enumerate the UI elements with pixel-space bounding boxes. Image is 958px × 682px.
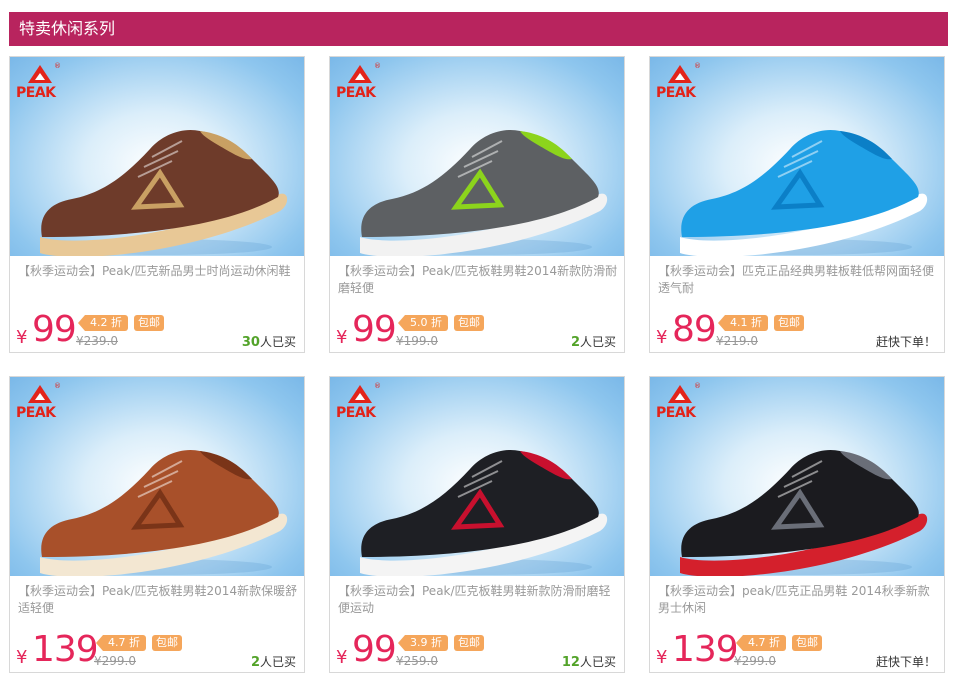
peak-logo-icon [668,65,692,83]
sold-suffix: 赶快下单！ [875,655,936,669]
currency-symbol: ¥ [336,327,348,348]
sold-count: 赶快下单！ [876,653,936,670]
sold-count: 30人已买 [242,333,296,350]
sale-price: 99 [32,309,77,350]
page: 特卖休闲系列 ® PEAK 【秋季运动会】Peak/匹克新品男士时尚运动休闲鞋 … [0,0,958,682]
original-price: ¥299.0 [94,654,136,668]
discount-badge: 4.1 折 [718,315,768,331]
logo-registered: ® [374,382,381,390]
currency-symbol: ¥ [16,647,28,668]
shoe-illustration [680,449,928,576]
original-price: ¥259.0 [396,654,438,668]
sold-suffix: 赶快下单！ [875,335,936,349]
product-card[interactable]: ® PEAK 【秋季运动会】匹克正品经典男鞋板鞋低帮网面轻便透气耐 ¥ 89 4… [649,56,945,353]
sold-suffix: 人已买 [579,655,616,669]
free-shipping-badge: 包邮 [454,315,484,331]
free-shipping-badge: 包邮 [774,315,804,331]
product-card[interactable]: ® PEAK 【秋季运动会】Peak/匹克新品男士时尚运动休闲鞋 ¥ 99 4.… [9,56,305,353]
peak-logo-icon [348,65,372,83]
peak-logo-icon [668,385,692,403]
sold-number: 30 [241,335,260,350]
logo-registered: ® [374,62,381,70]
shoe-illustration [40,129,288,256]
section-header: 特卖休闲系列 [9,12,948,46]
shoe-illustration [360,129,608,256]
free-shipping-badge: 包邮 [134,315,164,331]
sold-count: 2人已买 [251,653,296,670]
price-row: ¥ 139 4.7 折 包邮 ¥299.0 2人已买 [16,627,300,671]
original-price: ¥239.0 [76,334,118,348]
discount-badge: 5.0 折 [398,315,448,331]
free-shipping-badge: 包邮 [792,635,822,651]
price-row: ¥ 99 5.0 折 包邮 ¥199.0 2人已买 [336,307,620,351]
currency-symbol: ¥ [336,647,348,668]
product-image[interactable]: ® PEAK [330,57,624,256]
logo-registered: ® [694,382,701,390]
peak-logo-icon [28,65,52,83]
sold-number: 2 [250,655,260,670]
product-title[interactable]: 【秋季运动会】Peak/匹克板鞋男鞋2014新款保暖舒适轻便 [18,583,298,617]
product-title[interactable]: 【秋季运动会】Peak/匹克板鞋男鞋2014新款防滑耐磨轻便 [338,263,618,297]
sale-price: 99 [352,309,397,350]
product-title[interactable]: 【秋季运动会】匹克正品经典男鞋板鞋低帮网面轻便透气耐 [658,263,938,297]
price-row: ¥ 99 3.9 折 包邮 ¥259.0 12人已买 [336,627,620,671]
product-image[interactable]: ® PEAK [10,377,304,576]
logo-registered: ® [694,62,701,70]
currency-symbol: ¥ [656,327,668,348]
discount-badge: 4.7 折 [96,635,146,651]
sold-suffix: 人已买 [259,335,296,349]
sold-count: 赶快下单！ [876,333,936,350]
sale-price: 89 [672,309,717,350]
product-image[interactable]: ® PEAK [10,57,304,256]
peak-logo-icon [28,385,52,403]
discount-badge: 4.2 折 [78,315,128,331]
peak-logo-icon [348,385,372,403]
original-price: ¥299.0 [734,654,776,668]
original-price: ¥219.0 [716,334,758,348]
sold-count: 2人已买 [571,333,616,350]
product-image[interactable]: ® PEAK [650,377,944,576]
logo-registered: ® [54,382,61,390]
price-row: ¥ 139 4.7 折 包邮 ¥299.0 赶快下单！ [656,627,940,671]
discount-badge: 4.7 折 [736,635,786,651]
product-card[interactable]: ® PEAK 【秋季运动会】Peak/匹克板鞋男鞋2014新款防滑耐磨轻便 ¥ … [329,56,625,353]
product-image[interactable]: ® PEAK [330,377,624,576]
product-card[interactable]: ® PEAK 【秋季运动会】peak/匹克正品男鞋 2014秋季新款男士休闲 ¥… [649,376,945,673]
original-price: ¥199.0 [396,334,438,348]
sold-suffix: 人已买 [259,655,296,669]
sold-count: 12人已买 [562,653,616,670]
sale-price: 139 [672,629,739,670]
product-image[interactable]: ® PEAK [650,57,944,256]
price-row: ¥ 99 4.2 折 包邮 ¥239.0 30人已买 [16,307,300,351]
logo-registered: ® [54,62,61,70]
sold-suffix: 人已买 [579,335,616,349]
product-title[interactable]: 【秋季运动会】Peak/匹克新品男士时尚运动休闲鞋 [18,263,298,280]
shoe-illustration [360,449,608,576]
section-title: 特卖休闲系列 [19,19,116,38]
free-shipping-badge: 包邮 [152,635,182,651]
shoe-illustration [40,449,288,576]
shoe-illustration [680,129,928,256]
free-shipping-badge: 包邮 [454,635,484,651]
sold-number: 2 [570,335,580,350]
currency-symbol: ¥ [16,327,28,348]
sale-price: 99 [352,629,397,670]
product-card[interactable]: ® PEAK 【秋季运动会】Peak/匹克板鞋男鞋新款防滑耐磨轻便运动 ¥ 99… [329,376,625,673]
product-card[interactable]: ® PEAK 【秋季运动会】Peak/匹克板鞋男鞋2014新款保暖舒适轻便 ¥ … [9,376,305,673]
discount-badge: 3.9 折 [398,635,448,651]
currency-symbol: ¥ [656,647,668,668]
sold-number: 12 [561,655,580,670]
product-title[interactable]: 【秋季运动会】peak/匹克正品男鞋 2014秋季新款男士休闲 [658,583,938,617]
price-row: ¥ 89 4.1 折 包邮 ¥219.0 赶快下单！ [656,307,940,351]
sale-price: 139 [32,629,99,670]
product-title[interactable]: 【秋季运动会】Peak/匹克板鞋男鞋新款防滑耐磨轻便运动 [338,583,618,617]
